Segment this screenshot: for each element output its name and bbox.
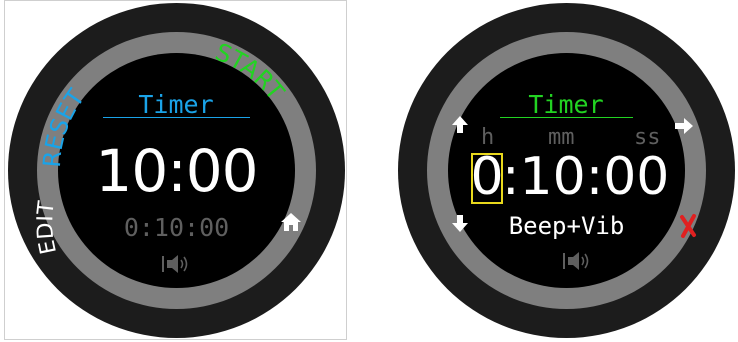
arrow-up-icon[interactable] — [452, 116, 468, 133]
arrow-right-icon[interactable] — [675, 118, 693, 134]
left-main-time: 10:00 — [95, 137, 258, 205]
alert-mode[interactable]: Beep+Vib — [490, 211, 643, 241]
right-speaker-vibrate-icon — [563, 252, 589, 270]
left-title-underline — [103, 117, 250, 118]
arrow-down-icon[interactable] — [452, 215, 468, 232]
right-title-underline — [500, 117, 633, 118]
edit-button[interactable]: EDIT — [33, 199, 62, 256]
hours-value: 0 — [470, 147, 504, 207]
left-speaker-vibrate-icon — [162, 255, 188, 273]
right-screen-title: Timer — [528, 90, 604, 119]
minutes-seconds-value[interactable]: :10:00 — [502, 145, 682, 209]
home-icon[interactable] — [281, 213, 301, 231]
left-watch: RESET START EDIT Timer 10:00 0:10:00 — [8, 3, 345, 338]
cross-icon[interactable] — [680, 214, 696, 238]
left-screen-title: Timer — [138, 90, 214, 119]
left-sub-time: 0:10:00 — [123, 213, 230, 242]
right-watch: Timer h mm ss 0 :10:00 Beep+Vib — [398, 3, 735, 338]
